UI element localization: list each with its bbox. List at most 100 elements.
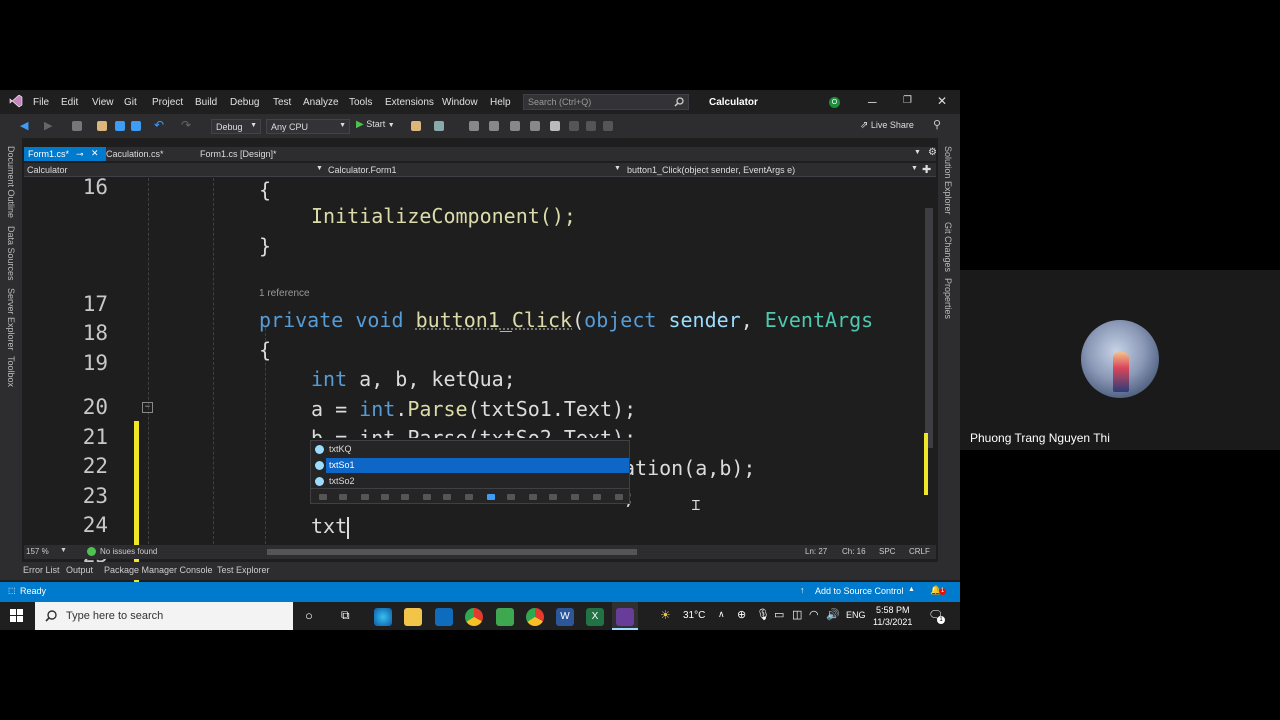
output-tab[interactable]: Output (66, 565, 93, 575)
excel-icon[interactable]: X (586, 608, 604, 626)
filter-icon[interactable] (401, 494, 409, 500)
minimize-icon[interactable]: ─ (868, 95, 877, 109)
menu-debug[interactable]: Debug (230, 97, 259, 108)
filter-icon[interactable] (593, 494, 601, 500)
clock-time[interactable]: 5:58 PM (876, 605, 910, 615)
zoom-level[interactable]: 157 % (26, 547, 49, 556)
server-explorer-tab[interactable]: Server Explorer (6, 288, 16, 351)
menu-edit[interactable]: Edit (61, 97, 78, 108)
configuration-dropdown[interactable]: Debug ▼ (211, 119, 261, 134)
tab-form1-cs[interactable]: Form1.cs* ⊸ ✕ (24, 147, 106, 161)
tray-app-icon[interactable]: ⊕ (737, 608, 746, 621)
toolbox-tab[interactable]: Toolbox (6, 356, 16, 387)
package-manager-tab[interactable]: Package Manager Console (104, 565, 213, 575)
clock-date[interactable]: 11/3/2021 (873, 617, 912, 627)
document-outline-tab[interactable]: Document Outline (6, 146, 16, 218)
volume-icon[interactable]: 🔊 (826, 608, 840, 621)
save-all-icon[interactable] (131, 121, 141, 131)
file-explorer-icon[interactable] (404, 608, 422, 626)
filter-icon[interactable] (361, 494, 369, 500)
filter-icon[interactable] (571, 494, 579, 500)
network-icon[interactable]: ◫ (792, 608, 802, 621)
step-over-icon[interactable] (489, 121, 499, 131)
taskbar-search-box[interactable]: Type here to search (35, 602, 293, 630)
menu-window[interactable]: Window (442, 97, 478, 108)
wifi-icon[interactable]: ◠ (809, 608, 819, 621)
close-icon[interactable]: ✕ (937, 94, 947, 108)
vertical-scrollbar[interactable] (922, 178, 936, 544)
filter-icon[interactable] (549, 494, 557, 500)
tab-caculation-cs[interactable]: Caculation.cs* (102, 147, 192, 161)
filter-icon[interactable] (507, 494, 515, 500)
codelens-references[interactable]: 1 reference (259, 288, 310, 299)
app-icon[interactable] (496, 608, 514, 626)
filter-icon[interactable] (423, 494, 431, 500)
indent-mode[interactable]: SPC (879, 547, 895, 556)
step-icon[interactable] (469, 121, 479, 131)
next-bookmark-icon[interactable] (586, 121, 596, 131)
filter-icon[interactable] (381, 494, 389, 500)
code-editor[interactable]: 16 17 18 19 20 21 22 23 24 25 − 1 refere… (46, 175, 921, 630)
pin-icon[interactable]: ⚲ (933, 118, 941, 131)
filter-icon[interactable] (487, 494, 495, 500)
close-icon[interactable]: ✕ (91, 148, 99, 159)
folder-icon[interactable] (411, 121, 421, 131)
member-dropdown[interactable]: button1_Click(object sender, EventArgs e… (627, 165, 795, 175)
input-language[interactable]: ENG (846, 610, 866, 620)
filter-icon[interactable] (319, 494, 327, 500)
video-participant-tile[interactable]: Phuong Trang Nguyen Thi (960, 270, 1280, 450)
menu-view[interactable]: View (92, 97, 114, 108)
task-view-icon[interactable]: ⧉ (341, 608, 350, 623)
class-dropdown[interactable]: Calculator.Form1 (328, 165, 397, 175)
tab-form1-design[interactable]: Form1.cs [Design]* (196, 147, 306, 161)
line-ending[interactable]: CRLF (909, 547, 930, 556)
menu-build[interactable]: Build (195, 97, 217, 108)
menu-test[interactable]: Test (273, 97, 291, 108)
new-project-icon[interactable] (72, 121, 82, 131)
test-explorer-tab[interactable]: Test Explorer (217, 565, 270, 575)
microphone-icon[interactable]: 🎙 (756, 608, 770, 621)
windows-start-icon[interactable] (10, 609, 24, 623)
word-icon[interactable]: W (556, 608, 574, 626)
menu-tools[interactable]: Tools (349, 97, 372, 108)
redo-icon[interactable]: ↷ (181, 118, 191, 132)
mail-icon[interactable] (435, 608, 453, 626)
user-avatar[interactable]: O (829, 97, 840, 108)
add-to-source-control[interactable]: Add to Source Control (815, 586, 904, 596)
forward-icon[interactable]: ▶ (44, 119, 52, 132)
split-icon[interactable]: ✚ (922, 163, 931, 176)
battery-icon[interactable]: ▭ (774, 608, 784, 621)
platform-dropdown[interactable]: Any CPU ▼ (266, 119, 350, 134)
menu-extensions[interactable]: Extensions (385, 97, 434, 108)
gear-icon[interactable]: ⚙ (928, 147, 937, 158)
properties-tab[interactable]: Properties (943, 278, 953, 319)
tab-pin-icon[interactable]: ⊸ (76, 149, 84, 160)
comment-icon[interactable] (530, 121, 540, 131)
restore-icon[interactable]: ❐ (903, 95, 912, 106)
screenshot-icon[interactable] (434, 121, 444, 131)
edge-icon[interactable] (374, 608, 392, 626)
scrollbar-thumb[interactable] (925, 208, 933, 448)
filter-icon[interactable] (443, 494, 451, 500)
git-changes-tab[interactable]: Git Changes (943, 222, 953, 272)
live-share-button[interactable]: ⇗ Live Share (860, 120, 914, 131)
start-button[interactable]: ▶ Start ▼ (356, 119, 395, 134)
chrome-icon[interactable] (465, 608, 483, 626)
completion-item-txtso2[interactable]: txtSo2 (311, 474, 629, 489)
clear-bookmarks-icon[interactable] (603, 121, 613, 131)
horizontal-scrollbar-thumb[interactable] (267, 549, 637, 555)
search-box[interactable]: Search (Ctrl+Q) (523, 94, 689, 110)
error-list-tab[interactable]: Error List (23, 565, 60, 575)
back-icon[interactable]: ◀ (20, 119, 28, 132)
data-sources-tab[interactable]: Data Sources (6, 226, 16, 281)
cortana-icon[interactable]: ○ (305, 608, 313, 623)
save-icon[interactable] (115, 121, 125, 131)
menu-project[interactable]: Project (152, 97, 183, 108)
menu-analyze[interactable]: Analyze (303, 97, 339, 108)
collapse-icon[interactable]: − (142, 402, 153, 413)
open-folder-icon[interactable] (97, 121, 107, 131)
filter-icon[interactable] (465, 494, 473, 500)
undo-icon[interactable]: ↶ (154, 118, 164, 132)
solution-explorer-tab[interactable]: Solution Explorer (943, 146, 953, 215)
issues-status[interactable]: No issues found (100, 547, 157, 556)
